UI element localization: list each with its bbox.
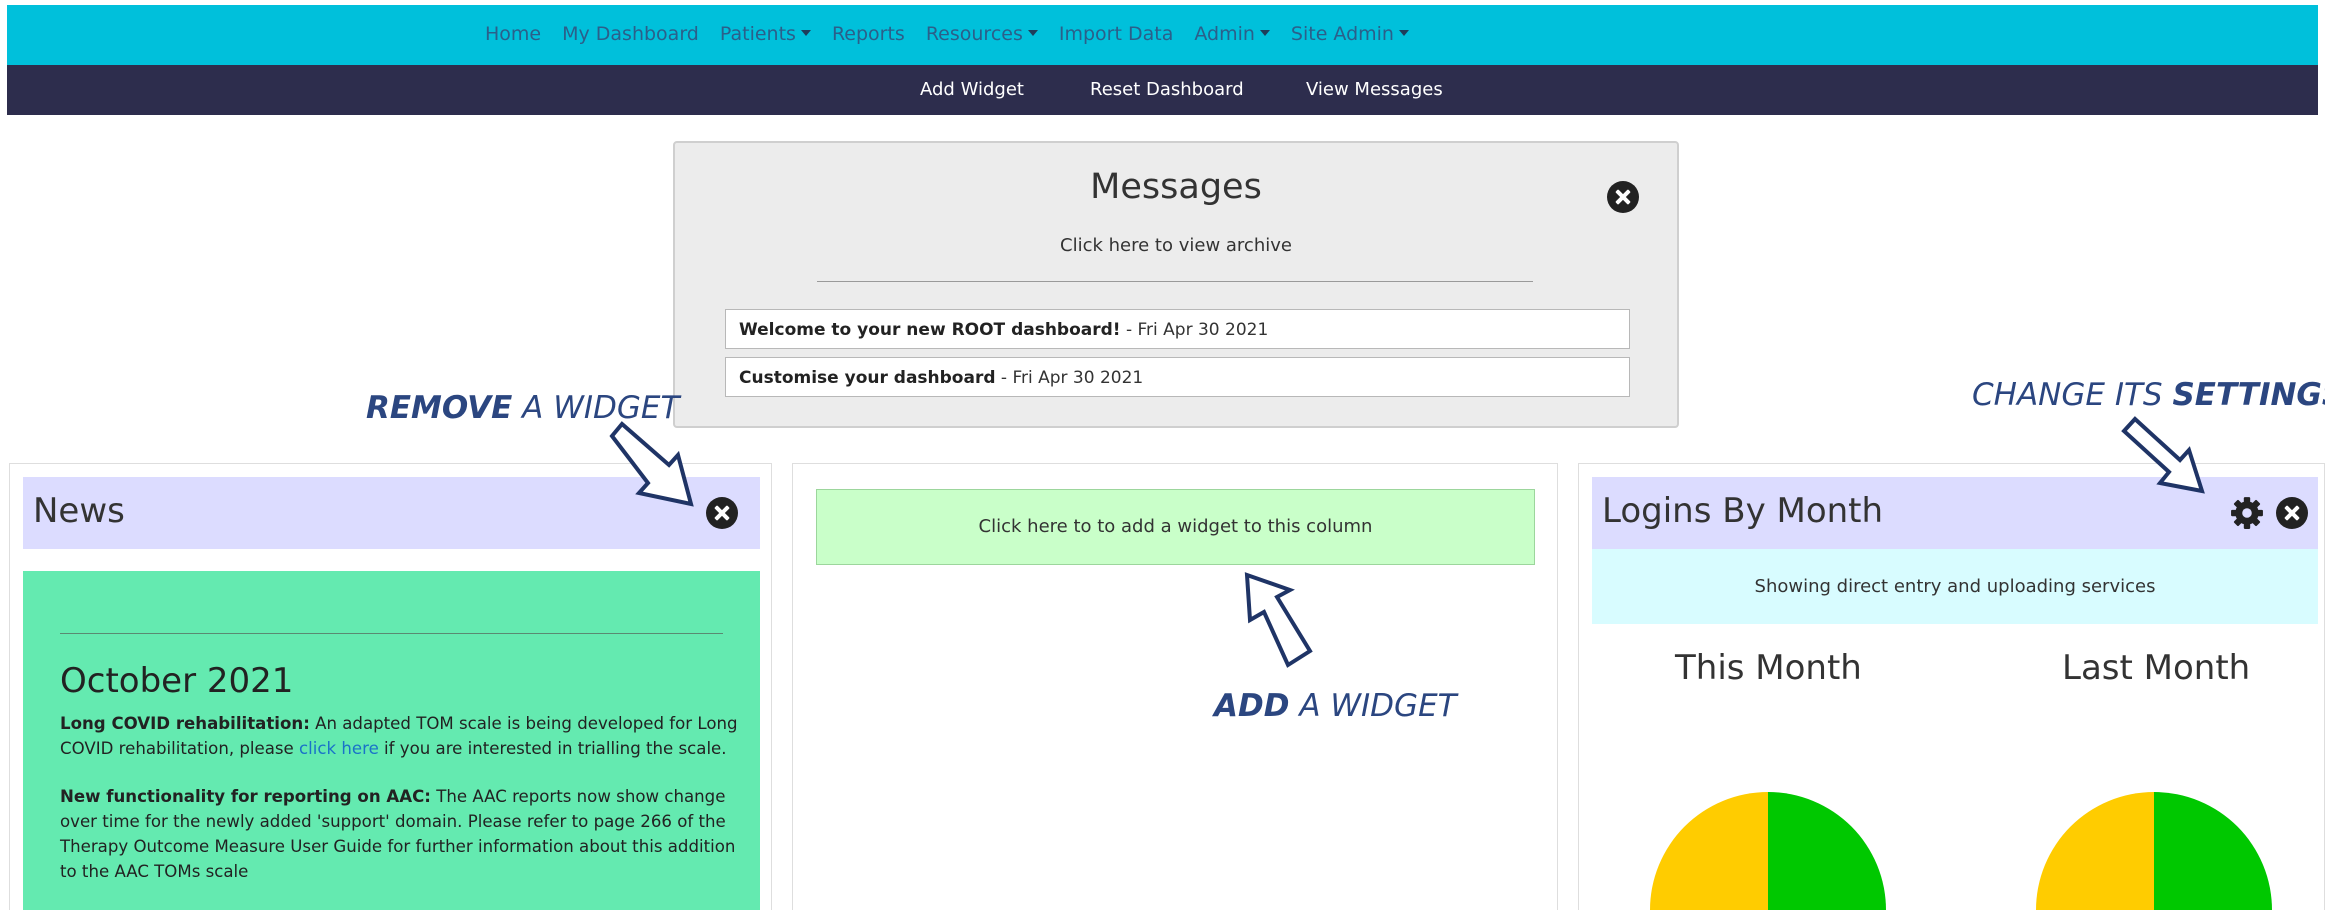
outline-arrow-icon [2121, 416, 2205, 494]
outline-arrow-icon [609, 421, 694, 507]
annotation-arrows [609, 416, 2205, 668]
outline-arrow-icon [1244, 572, 1313, 668]
